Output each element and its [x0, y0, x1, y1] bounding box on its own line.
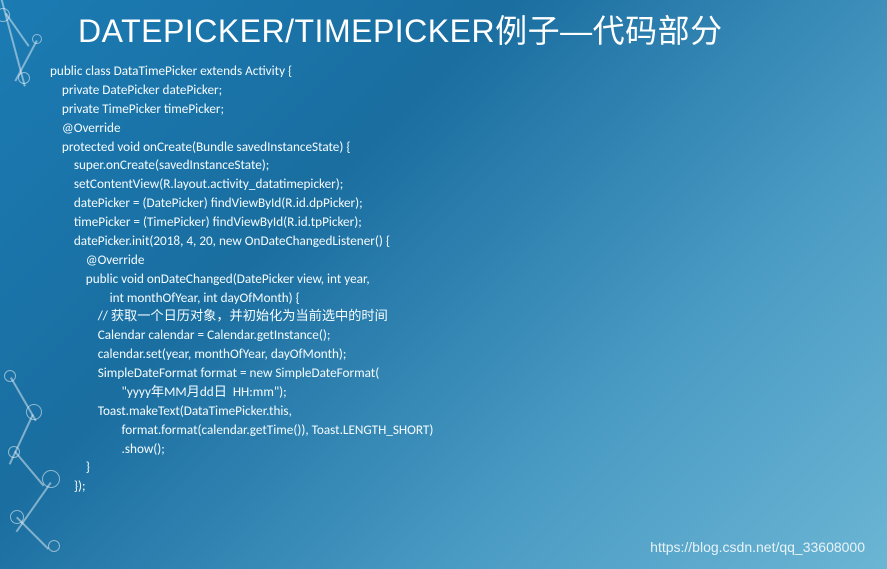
code-line: private DatePicker datePicker; — [50, 81, 887, 100]
code-line: @Override — [50, 251, 887, 270]
deco-circle — [10, 510, 24, 524]
code-line: protected void onCreate(Bundle savedInst… — [50, 138, 887, 157]
code-line: super.onCreate(savedInstanceState); — [50, 156, 887, 175]
code-line: datePicker.init(2018, 4, 20, new OnDateC… — [50, 232, 887, 251]
code-line: @Override — [50, 119, 887, 138]
code-line: Toast.makeText(DataTimePicker.this, — [50, 402, 887, 421]
deco-circle — [48, 540, 60, 552]
code-line: public class DataTimePicker extends Acti… — [50, 62, 887, 81]
code-line: timePicker = (TimePicker) findViewById(R… — [50, 213, 887, 232]
code-line: .show(); — [50, 440, 887, 459]
code-block: public class DataTimePicker extends Acti… — [0, 52, 887, 496]
watermark: https://blog.csdn.net/qq_33608000 — [650, 539, 865, 555]
code-line: setContentView(R.layout.activity_datatim… — [50, 175, 887, 194]
code-line: format.format(calendar.getTime()), Toast… — [50, 421, 887, 440]
code-line: SimpleDateFormat format = new SimpleDate… — [50, 364, 887, 383]
code-line: public void onDateChanged(DatePicker vie… — [50, 270, 887, 289]
code-line: "yyyy年MM月dd日 HH:mm"); — [50, 383, 887, 402]
code-line: }); — [50, 477, 887, 496]
code-line: private TimePicker timePicker; — [50, 100, 887, 119]
deco-line — [16, 517, 49, 550]
slide-title: DATEPICKER/TIMEPICKER例子—代码部分 — [0, 0, 887, 52]
code-line: int monthOfYear, int dayOfMonth) { — [50, 289, 887, 308]
code-line: datePicker = (DatePicker) findViewById(R… — [50, 194, 887, 213]
code-line: Calendar calendar = Calendar.getInstance… — [50, 326, 887, 345]
code-line: calendar.set(year, monthOfYear, dayOfMon… — [50, 345, 887, 364]
code-line: // 获取一个日历对象，并初始化为当前选中的时间 — [50, 307, 887, 326]
code-line: } — [50, 458, 887, 477]
